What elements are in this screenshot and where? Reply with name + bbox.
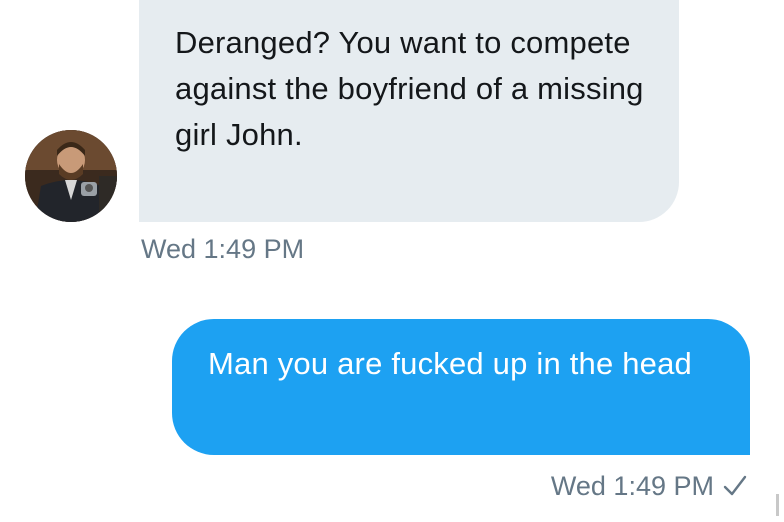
dm-conversation: Deranged? You want to compete against th…	[0, 0, 784, 522]
check-icon	[722, 473, 748, 499]
sent-message-meta: Wed 1:49 PM	[551, 469, 748, 503]
sent-message-text: Man you are fucked up in the head	[208, 346, 692, 381]
sent-message-bubble[interactable]: Man you are fucked up in the head	[172, 319, 750, 455]
scrollbar-handle[interactable]	[776, 494, 779, 516]
avatar[interactable]	[25, 130, 117, 222]
avatar-photo	[25, 130, 117, 222]
received-message-text: Deranged? You want to compete against th…	[175, 25, 644, 152]
received-message-bubble[interactable]: Deranged? You want to compete against th…	[139, 0, 679, 222]
sent-message-timestamp: Wed 1:49 PM	[550, 471, 714, 501]
received-message-timestamp: Wed 1:49 PM	[141, 234, 305, 264]
